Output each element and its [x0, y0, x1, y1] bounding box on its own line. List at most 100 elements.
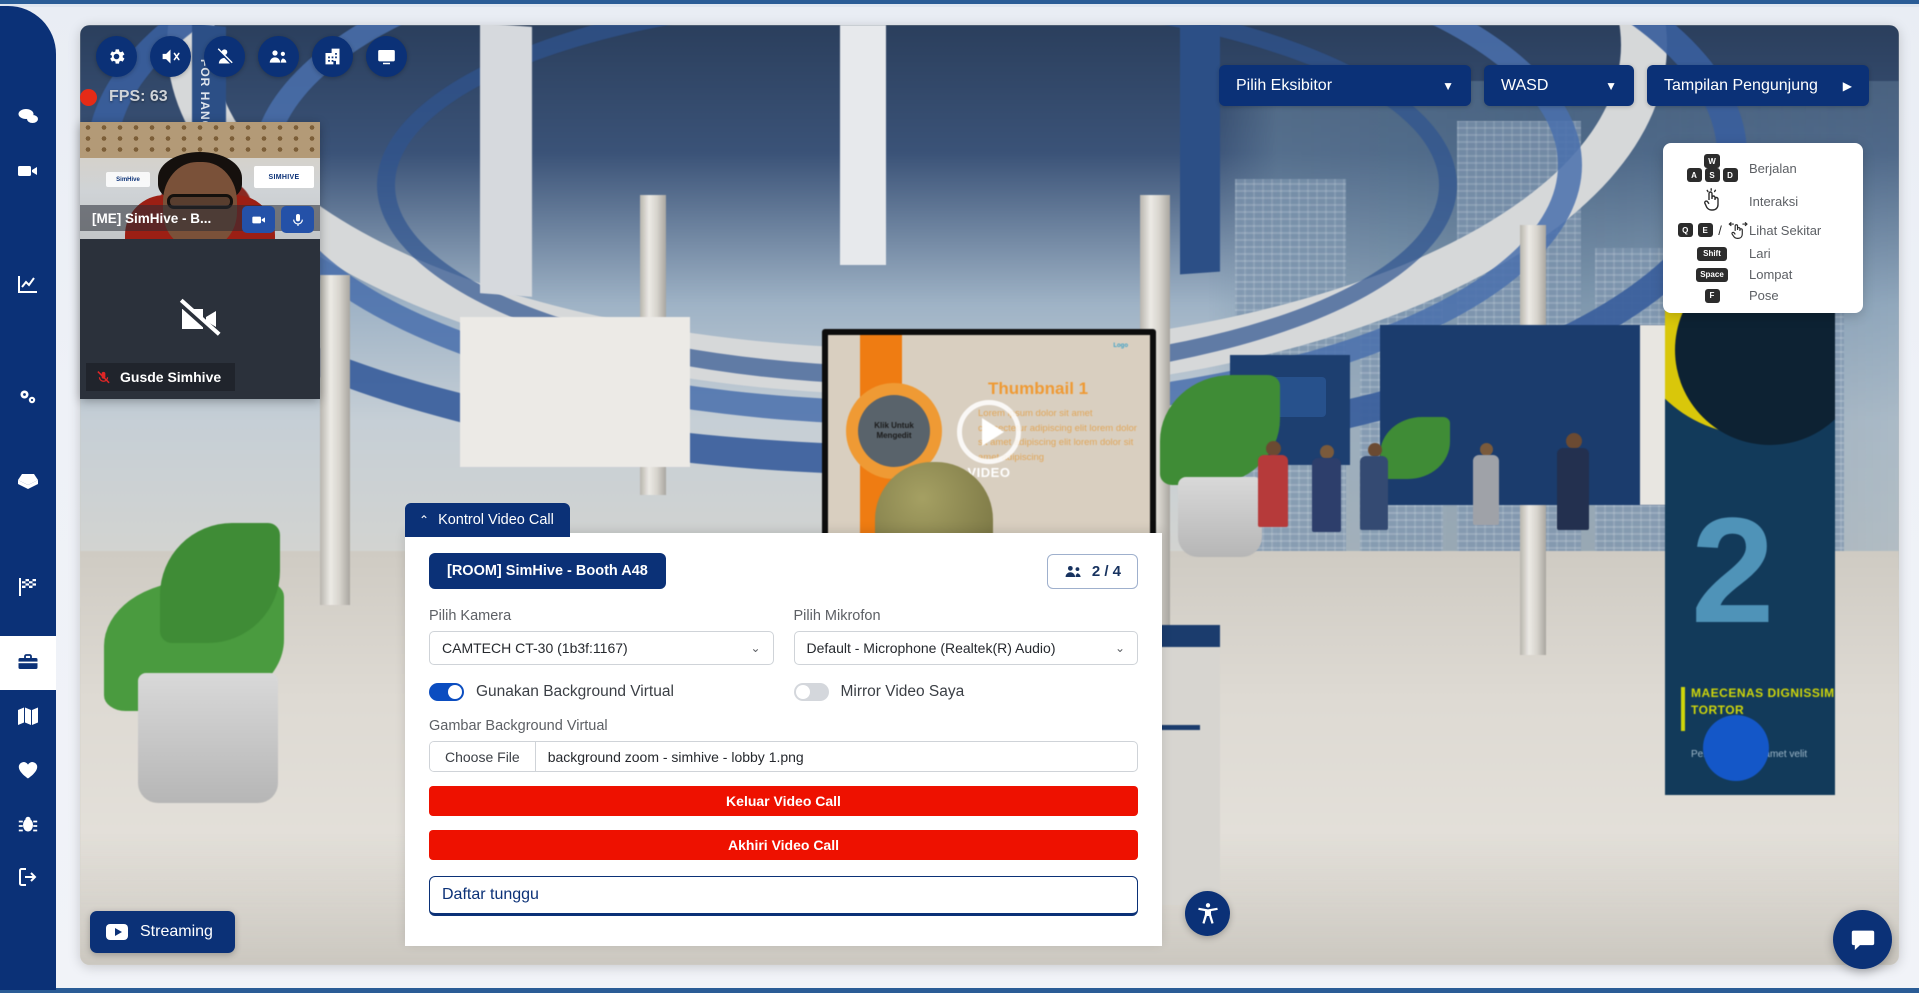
- keyboard-help-label: Lihat Sekitar: [1749, 222, 1822, 238]
- heart-icon: [18, 761, 38, 779]
- key-shift: Shift: [1697, 246, 1727, 261]
- keyboard-help-label: Berjalan: [1749, 160, 1797, 176]
- background-image-file-input[interactable]: Choose File background zoom - simhive - …: [429, 741, 1138, 772]
- self-video-bg-logo-small: SimHive: [106, 172, 150, 187]
- scene-person-3: [1360, 456, 1388, 530]
- choose-file-button[interactable]: Choose File: [430, 742, 536, 771]
- scene-person-4: [1473, 455, 1499, 525]
- key-q: Q: [1677, 223, 1693, 237]
- building-icon-button[interactable]: [312, 36, 353, 77]
- waitlist-button[interactable]: Daftar tunggu: [429, 876, 1138, 916]
- f-key: F: [1675, 288, 1749, 303]
- end-video-call-button[interactable]: Akhiri Video Call: [429, 830, 1138, 860]
- scene-right-banner: 2 MAECENAS DIGNISSIM TORTOR Pellentesque…: [1665, 295, 1835, 795]
- room-name-badge[interactable]: [ROOM] SimHive - Booth A48: [429, 553, 666, 589]
- person-slash-icon-button[interactable]: [204, 36, 245, 77]
- sidebar-item-booth[interactable]: [0, 635, 56, 690]
- chevron-down-icon: ⌄: [750, 641, 761, 655]
- microphone-muted-icon: [97, 370, 110, 383]
- scene-person-1: [1258, 455, 1288, 527]
- microphone-select-value: Default - Microphone (Realtek(R) Audio): [806, 640, 1056, 656]
- line-chart-icon: [18, 276, 37, 294]
- scene-hanging-banner-4: [1180, 25, 1220, 275]
- qe-keys: Q E /: [1675, 220, 1749, 240]
- sidebar-item-bug[interactable]: [0, 797, 56, 851]
- video-tile-self-actions[interactable]: [242, 206, 314, 233]
- camera-off-icon: [177, 298, 221, 339]
- video-call-control-tab[interactable]: ⌃ Kontrol Video Call: [405, 503, 570, 537]
- video-tile-self[interactable]: SimHive SIMHIVE [ME] SimHive - B...: [80, 122, 320, 239]
- wasd-select[interactable]: WASD ▼: [1484, 65, 1634, 106]
- key-e: E: [1697, 223, 1713, 237]
- chat-floating-button[interactable]: [1833, 910, 1892, 969]
- self-video-bg-logo: SIMHIVE: [254, 166, 314, 188]
- screen-logo-text: Logo: [1113, 343, 1128, 349]
- keyboard-help-row: Interaksi: [1675, 188, 1851, 214]
- scene-person-2-head: [1320, 445, 1334, 459]
- keyboard-help-row: Space Lompat: [1675, 267, 1851, 282]
- scene-person-5-head: [1566, 433, 1582, 449]
- mouse-click-hand: [1675, 188, 1749, 214]
- microphone-selector-group: Pilih Mikrofon Default - Microphone (Rea…: [793, 608, 1138, 665]
- key-f: F: [1704, 288, 1720, 303]
- accessibility-button[interactable]: [1185, 891, 1230, 936]
- mirror-video-toggle[interactable]: [793, 683, 829, 701]
- video-camera-icon: [18, 165, 37, 176]
- keyboard-help-label: Interaksi: [1749, 193, 1799, 209]
- sidebar-item-settings[interactable]: [0, 371, 56, 425]
- speaker-muted-icon: [162, 49, 180, 64]
- virtual-background-toggle-label: Gunakan Background Virtual: [476, 683, 674, 700]
- sidebar-item-favorites[interactable]: [0, 743, 56, 797]
- keyboard-help-row: F Pose: [1675, 288, 1851, 303]
- scene-toolbar[interactable]: [96, 36, 407, 77]
- screen-play-button[interactable]: [957, 400, 1021, 465]
- sidebar-item-analytics[interactable]: [0, 257, 56, 311]
- keyboard-help-row: Shift Lari: [1675, 246, 1851, 261]
- chosen-file-name: background zoom - simhive - lobby 1.png: [547, 748, 804, 765]
- video-tile-participant[interactable]: Gusde Simhive: [80, 239, 320, 399]
- scene-booth-wall-left: [460, 317, 690, 467]
- toggle-camera-button[interactable]: [242, 206, 275, 233]
- sidebar-item-map[interactable]: [0, 690, 56, 744]
- microphone-icon: [292, 213, 303, 226]
- virtual-background-toggle-group: Gunakan Background Virtual: [429, 683, 774, 701]
- scene-top-right-controls[interactable]: Pilih Eksibitor ▼ WASD ▼ Tampilan Pengun…: [1219, 65, 1869, 106]
- people-icon-button[interactable]: [258, 36, 299, 77]
- app-sidebar[interactable]: [0, 6, 56, 990]
- microphone-select[interactable]: Default - Microphone (Realtek(R) Audio) …: [793, 631, 1138, 665]
- recording-indicator-icon: [80, 88, 97, 106]
- camera-select[interactable]: CAMTECH CT-30 (1b3f:1167) ⌄: [429, 631, 774, 665]
- sidebar-item-video[interactable]: [0, 144, 56, 198]
- gear-icon-button[interactable]: [96, 36, 137, 77]
- youtube-icon: [106, 924, 128, 940]
- virtual-background-toggle[interactable]: [429, 683, 464, 701]
- speaker-muted-icon-button[interactable]: [150, 36, 191, 77]
- sidebar-item-checkered-flag[interactable]: [0, 560, 56, 614]
- streaming-button[interactable]: Streaming: [90, 911, 235, 953]
- keyboard-help-row: Q E / Lihat Sekitar: [1675, 220, 1851, 240]
- keyboard-help-label: Pose: [1749, 288, 1779, 303]
- building-icon: [325, 48, 340, 65]
- sidebar-item-inbox[interactable]: [0, 453, 56, 507]
- separator: /: [1718, 222, 1722, 238]
- checkered-flag-icon: [19, 578, 36, 597]
- video-call-control-tab-label: Kontrol Video Call: [438, 512, 554, 528]
- hand-drag-icon: [1728, 222, 1748, 239]
- screen-icon-button[interactable]: [366, 36, 407, 77]
- fps-counter: FPS: 63: [109, 88, 168, 105]
- visitor-view-button[interactable]: Tampilan Pengunjung ▶: [1647, 65, 1869, 106]
- keyboard-help-label: Lompat: [1749, 267, 1793, 282]
- sidebar-item-logout[interactable]: [0, 850, 56, 904]
- chat-bubble-icon: [1851, 930, 1874, 950]
- gears-icon: [20, 390, 36, 404]
- key-w: W: [1704, 154, 1720, 168]
- scene-hanging-banner-3: [840, 25, 886, 265]
- window-bottom-border: [0, 988, 1919, 993]
- wasd-keys: W A S D: [1675, 154, 1749, 182]
- scene-booth-wall-right: [1380, 325, 1680, 505]
- leave-video-call-button[interactable]: Keluar Video Call: [429, 786, 1138, 816]
- map-icon: [18, 707, 38, 726]
- toggle-mic-button[interactable]: [281, 206, 314, 233]
- sidebar-item-chat[interactable]: [0, 90, 56, 144]
- exhibitor-select[interactable]: Pilih Eksibitor ▼: [1219, 65, 1471, 106]
